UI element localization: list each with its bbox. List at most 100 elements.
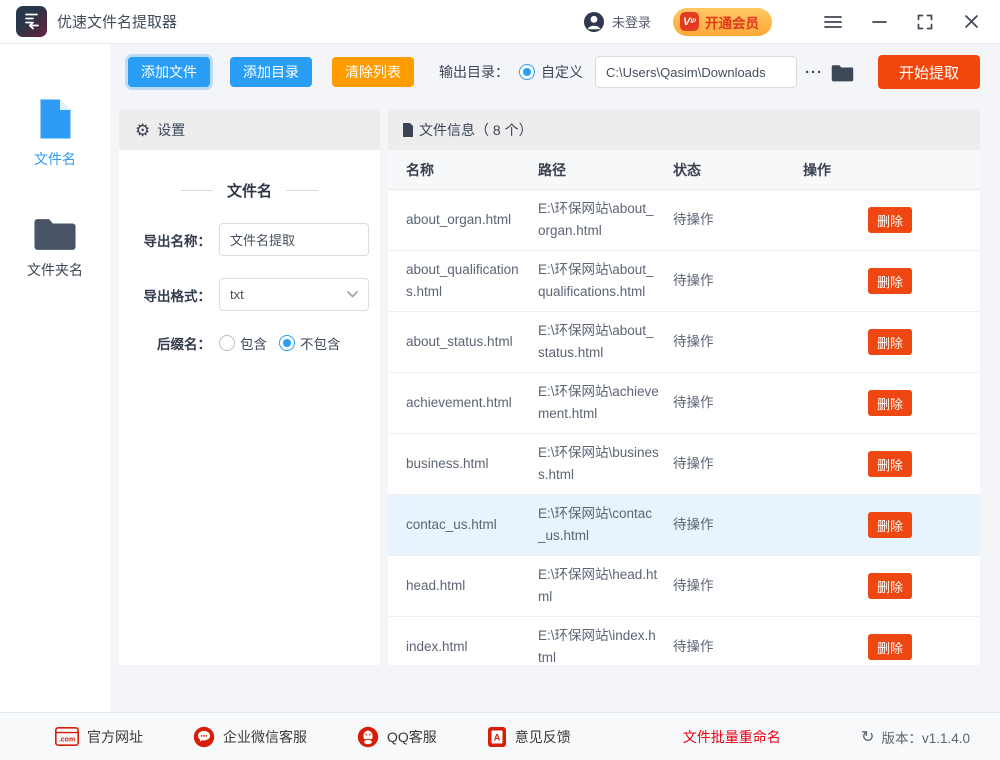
file-path-cell: E:\环保网站\about_status.html bbox=[538, 320, 673, 364]
table-row[interactable]: head.html E:\环保网站\head.html 待操作 删除 bbox=[388, 556, 980, 617]
column-header-path: 路径 bbox=[538, 160, 673, 180]
minimize-icon[interactable] bbox=[868, 11, 890, 33]
file-name-cell: index.html bbox=[406, 636, 538, 658]
file-status-cell: 待操作 bbox=[673, 270, 803, 292]
file-name-cell: contac_us.html bbox=[406, 514, 538, 536]
user-icon bbox=[583, 11, 605, 33]
login-status[interactable]: 未登录 bbox=[583, 11, 651, 33]
suffix-exclude-option[interactable]: 不包含 bbox=[279, 333, 341, 353]
table-row[interactable]: about_organ.html E:\环保网站\about_organ.htm… bbox=[388, 190, 980, 251]
file-icon bbox=[37, 98, 74, 140]
file-name-cell: achievement.html bbox=[406, 392, 538, 414]
qq-support-link[interactable]: QQ客服 bbox=[357, 726, 437, 748]
output-directory-label: 输出目录： bbox=[439, 62, 509, 82]
login-status-label: 未登录 bbox=[612, 12, 651, 31]
file-status-cell: 待操作 bbox=[673, 636, 803, 658]
suffix-exclude-radio[interactable] bbox=[279, 335, 295, 351]
file-name-cell: about_qualifications.html bbox=[406, 259, 538, 303]
table-row[interactable]: index.html E:\环保网站\index.html 待操作 删除 bbox=[388, 617, 980, 665]
file-info-header-label: 文件信息（ 8 个） bbox=[419, 120, 533, 140]
custom-output-radio[interactable] bbox=[519, 64, 535, 80]
delete-button[interactable]: 删除 bbox=[868, 512, 912, 538]
file-name-cell: business.html bbox=[406, 453, 538, 475]
settings-panel: ⚙ 设置 文件名 导出名称： 导出格式： txt bbox=[119, 110, 380, 665]
main-area: 添加文件 添加目录 清除列表 输出目录： 自定义 ··· 开始提取 bbox=[110, 44, 1000, 712]
export-name-input[interactable] bbox=[219, 223, 369, 256]
file-status-cell: 待操作 bbox=[673, 209, 803, 231]
output-directory-group: 输出目录： 自定义 ··· 开始提取 bbox=[439, 55, 980, 89]
sidebar: 文件名 文件夹名 bbox=[0, 44, 110, 712]
file-path-cell: E:\环保网站\business.html bbox=[538, 442, 673, 486]
file-status-cell: 待操作 bbox=[673, 514, 803, 536]
column-header-action: 操作 bbox=[803, 160, 980, 180]
wechat-icon bbox=[193, 726, 215, 748]
sidebar-item-label: 文件夹名 bbox=[27, 260, 83, 280]
batch-rename-link[interactable]: 文件批量重命名 bbox=[683, 727, 781, 747]
chevron-down-icon bbox=[347, 291, 358, 298]
suffix-include-option[interactable]: 包含 bbox=[219, 333, 267, 353]
delete-button[interactable]: 删除 bbox=[868, 268, 912, 294]
file-path-cell: E:\环保网站\head.html bbox=[538, 564, 673, 608]
feedback-icon: A bbox=[487, 726, 507, 748]
wechat-support-label: 企业微信客服 bbox=[223, 727, 307, 747]
table-row[interactable]: business.html E:\环保网站\business.html 待操作 … bbox=[388, 434, 980, 495]
section-title: 文件名 bbox=[227, 180, 272, 201]
export-format-label: 导出格式： bbox=[131, 285, 211, 305]
file-path-cell: E:\环保网站\achievement.html bbox=[538, 381, 673, 425]
sidebar-item-file-name[interactable]: 文件名 bbox=[0, 98, 110, 169]
export-format-select[interactable]: txt bbox=[219, 278, 369, 311]
file-path-cell: E:\环保网站\about_organ.html bbox=[538, 198, 673, 242]
file-path-cell: E:\环保网站\index.html bbox=[538, 625, 673, 665]
folder-icon bbox=[33, 215, 77, 251]
delete-button[interactable]: 删除 bbox=[868, 451, 912, 477]
delete-button[interactable]: 删除 bbox=[868, 634, 912, 660]
file-status-cell: 待操作 bbox=[673, 453, 803, 475]
version-label: 版本：v1.1.4.0 bbox=[881, 727, 970, 747]
app-logo-icon bbox=[16, 6, 47, 37]
feedback-link[interactable]: A 意见反馈 bbox=[487, 726, 571, 748]
qq-icon bbox=[357, 726, 379, 748]
file-name-cell: head.html bbox=[406, 575, 538, 597]
column-header-status: 状态 bbox=[673, 160, 803, 180]
sidebar-item-folder-name[interactable]: 文件夹名 bbox=[0, 215, 110, 280]
settings-header-label: 设置 bbox=[157, 120, 185, 140]
open-folder-icon[interactable] bbox=[831, 63, 854, 82]
open-vip-label: 开通会员 bbox=[705, 12, 759, 32]
add-file-button[interactable]: 添加文件 bbox=[128, 57, 210, 87]
svg-text:.com: .com bbox=[59, 737, 75, 744]
table-row[interactable]: about_qualifications.html E:\环保网站\about_… bbox=[388, 251, 980, 312]
suffix-include-radio[interactable] bbox=[219, 335, 235, 351]
browse-more-button[interactable]: ··· bbox=[805, 64, 823, 81]
delete-button[interactable]: 删除 bbox=[868, 207, 912, 233]
app-title: 优速文件名提取器 bbox=[57, 11, 177, 32]
delete-button[interactable]: 删除 bbox=[868, 573, 912, 599]
table-row[interactable]: about_status.html E:\环保网站\about_status.h… bbox=[388, 312, 980, 373]
close-icon[interactable] bbox=[960, 11, 982, 33]
open-vip-button[interactable]: VIP 开通会员 bbox=[673, 8, 772, 36]
add-directory-button[interactable]: 添加目录 bbox=[230, 57, 312, 87]
official-site-icon: .com bbox=[55, 727, 79, 746]
table-header-row: 名称 路径 状态 操作 bbox=[388, 150, 980, 190]
table-row[interactable]: achievement.html E:\环保网站\achievement.htm… bbox=[388, 373, 980, 434]
footer: .com 官方网址 企业微信客服 QQ客服 bbox=[0, 712, 1000, 760]
official-site-link[interactable]: .com 官方网址 bbox=[55, 727, 143, 747]
file-status-cell: 待操作 bbox=[673, 392, 803, 414]
section-title-row: 文件名 bbox=[119, 180, 380, 201]
refresh-icon[interactable]: ↻ bbox=[861, 727, 874, 747]
table-row[interactable]: contac_us.html E:\环保网站\contac_us.html 待操… bbox=[388, 495, 980, 556]
delete-button[interactable]: 删除 bbox=[868, 329, 912, 355]
start-extract-button[interactable]: 开始提取 bbox=[878, 55, 980, 89]
output-path-input[interactable] bbox=[595, 56, 797, 88]
maximize-icon[interactable] bbox=[914, 11, 936, 33]
file-path-cell: E:\环保网站\contac_us.html bbox=[538, 503, 673, 547]
file-name-cell: about_organ.html bbox=[406, 209, 538, 231]
clear-list-button[interactable]: 清除列表 bbox=[332, 57, 414, 87]
file-path-cell: E:\环保网站\about_qualifications.html bbox=[538, 259, 673, 303]
settings-header: ⚙ 设置 bbox=[119, 110, 380, 150]
export-name-label: 导出名称： bbox=[131, 230, 211, 250]
delete-button[interactable]: 删除 bbox=[868, 390, 912, 416]
suffix-exclude-label: 不包含 bbox=[300, 333, 341, 353]
menu-icon[interactable] bbox=[822, 11, 844, 33]
suffix-label: 后缀名： bbox=[131, 333, 211, 353]
wechat-support-link[interactable]: 企业微信客服 bbox=[193, 726, 307, 748]
